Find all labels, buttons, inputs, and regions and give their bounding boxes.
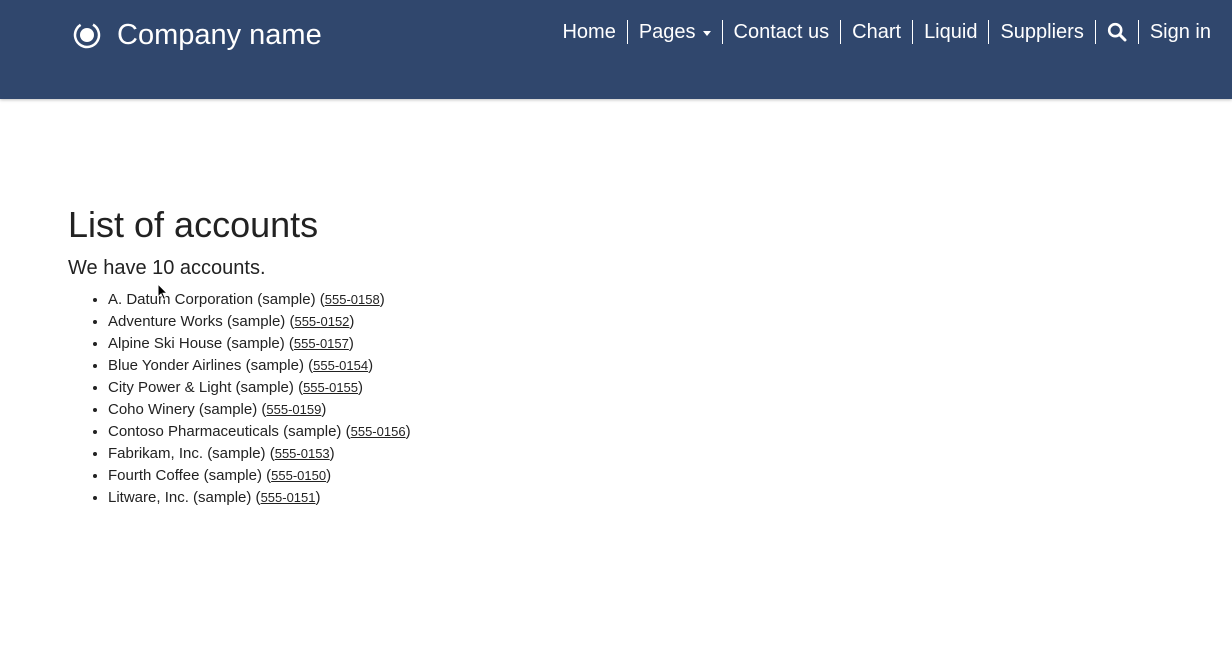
account-item: Fabrikam, Inc. (sample) (555-0153) [108, 443, 411, 465]
search-icon [1107, 22, 1127, 42]
account-item: Fourth Coffee (sample) (555-0150) [108, 465, 411, 487]
account-phone-link[interactable]: 555-0156 [351, 424, 406, 439]
account-item: Blue Yonder Airlines (sample) (555-0154) [108, 355, 411, 377]
account-phone-link[interactable]: 555-0150 [271, 468, 326, 483]
accounts-summary: We have 10 accounts. [68, 257, 266, 279]
account-item: Contoso Pharmaceuticals (sample) (555-01… [108, 421, 411, 443]
nav-chart[interactable]: Chart [841, 18, 912, 46]
mouse-pointer-icon [157, 283, 169, 301]
page-title: List of accounts [68, 204, 319, 245]
nav-sign-in[interactable]: Sign in [1139, 18, 1222, 46]
account-item: Adventure Works (sample) (555-0152) [108, 311, 411, 333]
main-content: List of accounts We have 10 accounts. A.… [68, 205, 411, 509]
account-item: Litware, Inc. (sample) (555-0151) [108, 487, 411, 509]
accounts-list: A. Datum Corporation (sample) (555-0158)… [68, 289, 411, 509]
brand-name: Company name [117, 18, 322, 51]
account-phone-link[interactable]: 555-0159 [266, 402, 321, 417]
nav-contact-us[interactable]: Contact us [723, 18, 841, 46]
account-name: Fabrikam, Inc. (sample) [108, 445, 266, 462]
account-phone-link[interactable]: 555-0158 [325, 292, 380, 307]
caret-down-icon [702, 30, 711, 36]
nav-home[interactable]: Home [551, 18, 626, 46]
account-phone-link[interactable]: 555-0154 [313, 358, 368, 373]
account-name: Coho Winery (sample) [108, 401, 258, 418]
nav-suppliers[interactable]: Suppliers [989, 18, 1094, 46]
account-item: Alpine Ski House (sample) (555-0157) [108, 333, 411, 355]
account-item: City Power & Light (sample) (555-0155) [108, 377, 411, 399]
nav-pages-label: Pages [638, 20, 696, 43]
account-name: Litware, Inc. (sample) [108, 489, 252, 506]
nav-liquid[interactable]: Liquid [913, 18, 988, 46]
main-nav: Home Pages Contact us Chart Liquid Suppl… [551, 18, 1222, 46]
account-name: Fourth Coffee (sample) [108, 467, 262, 484]
account-name: A. Datum Corporation (sample) [108, 291, 316, 308]
account-name: Contoso Pharmaceuticals (sample) [108, 423, 342, 440]
account-name: City Power & Light (sample) [108, 379, 294, 396]
account-name: Blue Yonder Airlines (sample) [108, 357, 304, 374]
account-phone-link[interactable]: 555-0157 [294, 336, 349, 351]
account-name: Adventure Works (sample) [108, 313, 286, 330]
account-phone-link[interactable]: 555-0155 [303, 380, 358, 395]
account-name: Alpine Ski House (sample) [108, 335, 285, 352]
account-phone-link[interactable]: 555-0152 [294, 314, 349, 329]
nav-search-button[interactable] [1096, 18, 1138, 46]
account-phone-link[interactable]: 555-0151 [261, 490, 316, 505]
company-logo-icon [73, 21, 101, 49]
brand-link[interactable]: Company name [73, 15, 322, 55]
account-item: Coho Winery (sample) (555-0159) [108, 399, 411, 421]
nav-pages-dropdown[interactable]: Pages [628, 18, 722, 46]
account-item: A. Datum Corporation (sample) (555-0158) [108, 289, 411, 311]
account-phone-link[interactable]: 555-0153 [275, 446, 330, 461]
site-header: Company name Home Pages Contact us Chart… [0, 0, 1232, 99]
